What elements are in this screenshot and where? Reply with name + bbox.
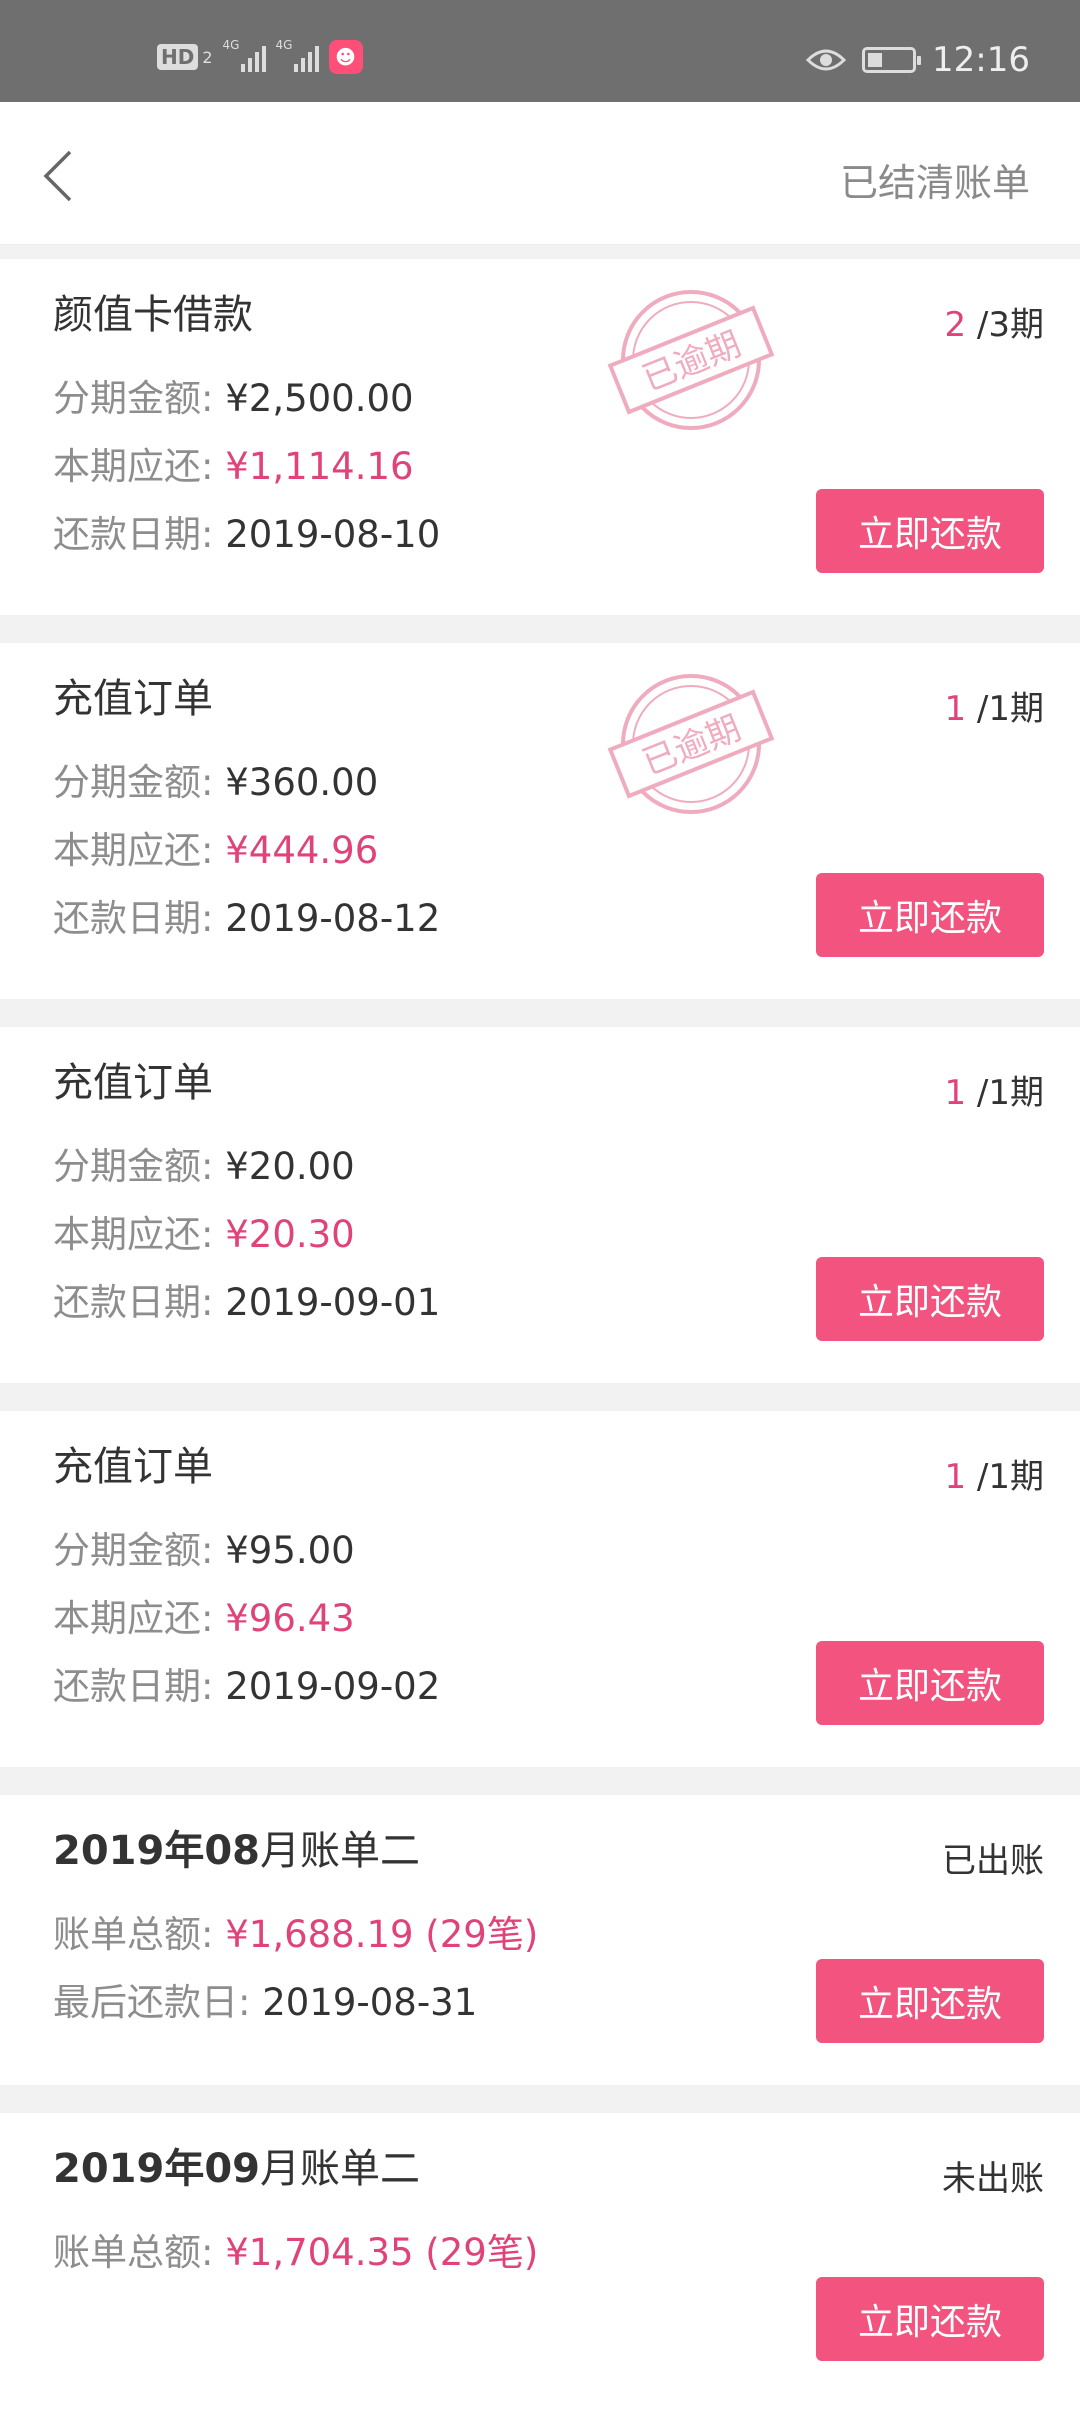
installment-card: 颜值卡借款 2 /3期 已逾期 分期金额: ¥2,500.00 本期应还: ¥1…	[0, 259, 1080, 615]
period-indicator: 1 /1期	[944, 1457, 1044, 1497]
repay-now-button[interactable]: 立即还款	[816, 1641, 1044, 1725]
status-time: 12:16	[932, 40, 1030, 80]
overdue-stamp-icon: 已逾期	[607, 674, 775, 814]
status-bar: HD 2 4G 4G ☻ 12:16	[0, 0, 1080, 102]
back-icon[interactable]	[36, 146, 86, 206]
signal-icon: 4G	[223, 38, 266, 72]
repay-now-button[interactable]: 立即还款	[816, 489, 1044, 573]
network-type-2: 4G	[275, 38, 293, 52]
amount-row: 分期金额: ¥360.00	[53, 761, 379, 804]
battery-icon	[862, 47, 922, 73]
top-bar: 已结清账单	[0, 102, 1080, 245]
period-indicator: 2 /3期	[944, 305, 1044, 345]
bill-status: 已出账	[942, 1841, 1044, 1881]
card-title: 充值订单	[53, 1060, 213, 1106]
eye-comfort-icon	[806, 49, 847, 71]
card-title: 充值订单	[53, 1444, 213, 1490]
installment-card: 充值订单 1 /1期 分期金额: ¥20.00 本期应还: ¥20.30 还款日…	[0, 1027, 1080, 1383]
installment-card: 充值订单 1 /1期 已逾期 分期金额: ¥360.00 本期应还: ¥444.…	[0, 643, 1080, 999]
app-notification-icon: ☻	[328, 40, 363, 74]
status-left-icons: HD 2 4G 4G ☻	[157, 38, 363, 74]
amount-row: 分期金额: ¥20.00	[53, 1145, 355, 1188]
repay-now-button[interactable]: 立即还款	[816, 1257, 1044, 1341]
overdue-stamp-icon: 已逾期	[607, 290, 775, 430]
network-type-1: 4G	[222, 38, 240, 52]
status-right-icons: 12:16	[806, 40, 1030, 80]
period-indicator: 1 /1期	[944, 689, 1044, 729]
card-title: 充值订单	[53, 676, 213, 722]
monthly-bill-card: 2019年09月账单二 未出账 账单总额: ¥1,704.35 (29笔) 立即…	[0, 2113, 1080, 2413]
card-title: 颜值卡借款	[53, 292, 253, 338]
bill-title: 2019年08月账单二	[53, 1828, 420, 1874]
amount-row: 分期金额: ¥2,500.00	[53, 377, 414, 420]
period-indicator: 1 /1期	[944, 1073, 1044, 1113]
repay-now-button[interactable]: 立即还款	[816, 873, 1044, 957]
monthly-bill-card: 2019年08月账单二 已出账 账单总额: ¥1,688.19 (29笔) 最后…	[0, 1795, 1080, 2085]
amount-row: 分期金额: ¥95.00	[53, 1529, 355, 1572]
sim-number: 2	[202, 47, 213, 67]
installment-card: 充值订单 1 /1期 分期金额: ¥95.00 本期应还: ¥96.43 还款日…	[0, 1411, 1080, 1767]
bill-status: 未出账	[942, 2159, 1044, 2199]
settled-bills-link[interactable]: 已结清账单	[840, 152, 1030, 207]
signal-icon-2: 4G	[276, 38, 319, 72]
hd-icon: HD	[157, 44, 199, 70]
repay-now-button[interactable]: 立即还款	[816, 2277, 1044, 2361]
bill-title: 2019年09月账单二	[53, 2146, 420, 2192]
repayment-list: 颜值卡借款 2 /3期 已逾期 分期金额: ¥2,500.00 本期应还: ¥1…	[0, 245, 1080, 2413]
repay-now-button[interactable]: 立即还款	[816, 1959, 1044, 2043]
